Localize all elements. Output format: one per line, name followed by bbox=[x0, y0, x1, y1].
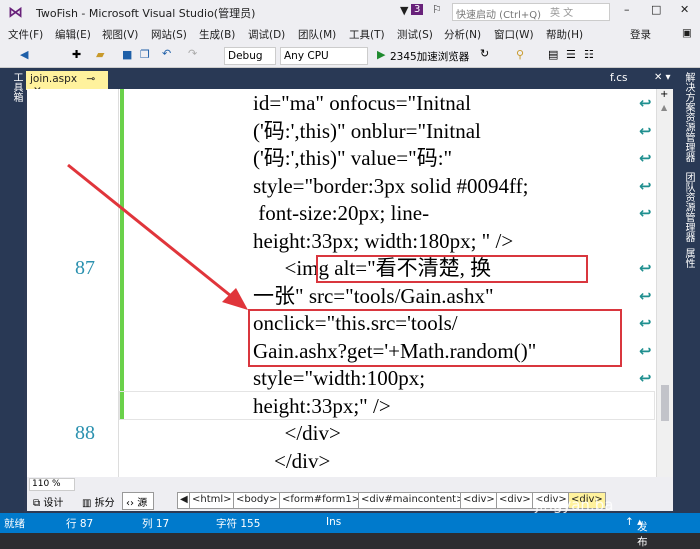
source-label: 源 bbox=[137, 498, 148, 509]
split-view-button[interactable]: ▥ 拆分 bbox=[82, 494, 115, 509]
status-char: 字符 155 bbox=[216, 518, 261, 530]
status-col: 列 17 bbox=[142, 518, 170, 530]
breadcrumb-html[interactable]: <html> bbox=[189, 492, 235, 509]
publish-label: 发布 bbox=[637, 521, 648, 548]
breadcrumb-form[interactable]: <form#form1> bbox=[279, 492, 364, 509]
status-mode: Ins bbox=[326, 516, 342, 528]
publish-button[interactable]: ↑ 发布 ▴ bbox=[625, 516, 648, 548]
breadcrumb-body[interactable]: <body> bbox=[233, 492, 281, 509]
split-label: 拆分 bbox=[94, 498, 115, 509]
watermark: jingyan.ba bbox=[535, 496, 614, 514]
source-view-button[interactable]: ‹› 源 bbox=[122, 492, 154, 510]
design-view-button[interactable]: ⧉ 设计 bbox=[33, 494, 63, 509]
status-line: 行 87 bbox=[66, 518, 94, 530]
breadcrumb-div-maincontent[interactable]: <div#maincontent> bbox=[358, 492, 468, 509]
design-label: 设计 bbox=[43, 498, 64, 509]
breadcrumb-div[interactable]: <div> bbox=[460, 492, 498, 509]
annotation-arrow bbox=[67, 163, 248, 310]
status-ready: 就绪 bbox=[4, 518, 25, 530]
breadcrumb-div[interactable]: <div> bbox=[496, 492, 534, 509]
status-bar: 就绪 行 87 列 17 字符 155 Ins ↑ 发布 ▴ bbox=[0, 513, 700, 548]
zoom-select[interactable]: 110 % bbox=[29, 478, 75, 491]
